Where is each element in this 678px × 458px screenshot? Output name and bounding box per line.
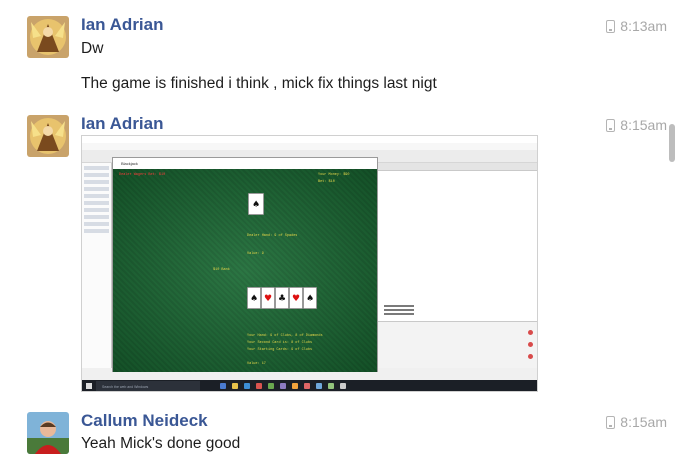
- player-card: ♠: [303, 287, 317, 309]
- game-text: Your Second Card is: 8 of Clubs: [247, 341, 313, 345]
- game-text: Dealer Wagers Bet: $10: [119, 173, 166, 177]
- game-text: Dealer Hand: 9 of Spades: [247, 234, 298, 238]
- taskbar-search: Search the web and Windows: [96, 381, 200, 391]
- game-text: Bet: $10: [318, 180, 335, 184]
- game-text: Your Money: $90: [318, 173, 350, 177]
- taskbar-app-icon: [232, 383, 238, 389]
- author-name[interactable]: Ian Adrian: [81, 114, 164, 134]
- scrollbar-thumb[interactable]: [669, 124, 675, 162]
- taskbar-app-icon: [316, 383, 322, 389]
- phone-icon: [606, 118, 616, 132]
- message-text: Yeah Mick's done good: [81, 435, 241, 452]
- player-card: ♥: [289, 287, 303, 309]
- timestamp-text: 8:15am: [620, 117, 667, 133]
- game-text: $10 Bank: [213, 268, 230, 272]
- message-text: The game is finished i think , mick fix …: [81, 75, 437, 92]
- ide-title-bar: [82, 136, 537, 143]
- taskbar-app-icon: [256, 383, 262, 389]
- ide-project-panel: [82, 163, 112, 368]
- game-text: Your Hand: 9 of Clubs, 8 of Diamonds: [247, 334, 323, 338]
- phone-icon: [606, 415, 616, 429]
- message-text: Dw: [81, 40, 104, 57]
- game-window: Blackjack Dealer Wagers Bet: $10 Your Mo…: [112, 157, 378, 372]
- windows-start-icon: [86, 383, 92, 389]
- avatar[interactable]: [27, 412, 69, 454]
- taskbar-app-icon: [292, 383, 298, 389]
- timestamp: 8:13am: [606, 18, 667, 34]
- game-table: Dealer Wagers Bet: $10 Your Money: $90 B…: [113, 169, 377, 372]
- screenshot-attachment[interactable]: Blackjack Dealer Wagers Bet: $10 Your Mo…: [81, 135, 538, 392]
- windows-taskbar: Search the web and Windows: [82, 380, 537, 391]
- player-card: ♣: [275, 287, 289, 309]
- ide-menu-bar: [82, 143, 537, 150]
- dealer-card: ♠: [248, 193, 264, 215]
- taskbar-app-icon: [244, 383, 250, 389]
- player-card: ♠: [247, 287, 261, 309]
- timestamp: 8:15am: [606, 414, 667, 430]
- timestamp: 8:15am: [606, 117, 667, 133]
- taskbar-app-icon: [328, 383, 334, 389]
- chat-thread: Ian Adrian 8:13am Dw The game is finishe…: [0, 0, 678, 458]
- player-card: ♥: [261, 287, 275, 309]
- avatar[interactable]: [27, 16, 69, 58]
- game-window-title: Blackjack: [113, 158, 377, 169]
- timestamp-text: 8:15am: [620, 414, 667, 430]
- taskbar-app-icon: [268, 383, 274, 389]
- game-text: Value: 17: [247, 362, 266, 366]
- avatar[interactable]: [27, 115, 69, 157]
- taskbar-app-icon: [280, 383, 286, 389]
- game-text: Value: 9: [247, 252, 264, 256]
- ide-output-panel: [378, 321, 537, 368]
- author-name[interactable]: Callum Neideck: [81, 411, 208, 431]
- game-text: Your Starting Cards: 9 of Clubs: [247, 348, 313, 352]
- author-name[interactable]: Ian Adrian: [81, 15, 164, 35]
- taskbar-app-icon: [304, 383, 310, 389]
- taskbar-app-icon: [340, 383, 346, 389]
- timestamp-text: 8:13am: [620, 18, 667, 34]
- phone-icon: [606, 19, 616, 33]
- taskbar-app-icon: [220, 383, 226, 389]
